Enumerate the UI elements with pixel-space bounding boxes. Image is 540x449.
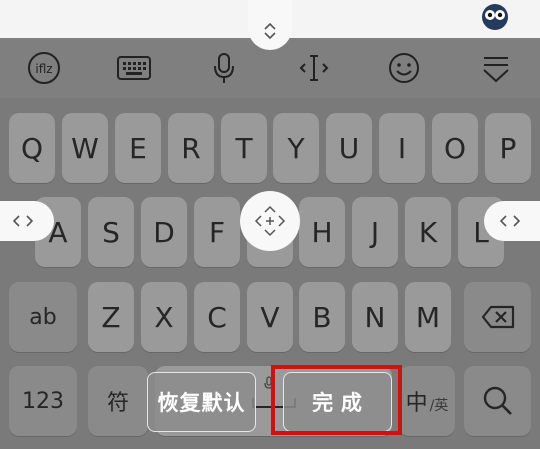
resize-handle-top[interactable] xyxy=(248,0,292,50)
move-keyboard-handle[interactable] xyxy=(240,191,300,251)
backspace-icon xyxy=(481,305,514,329)
key-f[interactable]: F xyxy=(194,197,240,267)
key-q[interactable]: Q xyxy=(9,113,55,183)
search-icon xyxy=(483,386,512,415)
microphone-icon[interactable] xyxy=(204,49,244,87)
language-switch-key[interactable]: 中/英 xyxy=(399,366,455,436)
key-d[interactable]: D xyxy=(141,197,187,267)
collapse-keyboard-icon[interactable] xyxy=(476,49,516,87)
key-h[interactable]: H xyxy=(299,197,345,267)
key-w[interactable]: W xyxy=(62,113,108,183)
resize-handle-left[interactable] xyxy=(0,201,54,241)
up-down-arrows-icon xyxy=(264,22,276,40)
emoji-icon[interactable] xyxy=(384,49,424,87)
done-button-highlight xyxy=(271,365,402,435)
text-cursor-icon[interactable] xyxy=(294,49,334,87)
key-t[interactable]: T xyxy=(221,113,267,183)
key-ab[interactable]: ab xyxy=(9,282,77,352)
key-r[interactable]: R xyxy=(168,113,214,183)
key-c[interactable]: C xyxy=(194,282,240,352)
key-n[interactable]: N xyxy=(352,282,398,352)
key-p[interactable]: P xyxy=(485,113,531,183)
key-u[interactable]: U xyxy=(326,113,372,183)
key-v[interactable]: V xyxy=(247,282,293,352)
language-main-label: 中 xyxy=(405,391,428,416)
key-o[interactable]: O xyxy=(432,113,478,183)
key-i[interactable]: I xyxy=(379,113,425,183)
key-m[interactable]: M xyxy=(405,282,451,352)
key-x[interactable]: X xyxy=(141,282,187,352)
numbers-key[interactable]: 123 xyxy=(9,366,77,436)
resize-handle-right[interactable] xyxy=(484,201,540,241)
key-e[interactable]: E xyxy=(115,113,161,183)
backspace-key[interactable] xyxy=(464,282,531,352)
restore-default-button[interactable]: 恢复默认 xyxy=(147,372,256,432)
move-arrows-icon xyxy=(254,205,286,237)
language-sub-label: /英 xyxy=(429,398,449,414)
key-k[interactable]: K xyxy=(405,197,451,267)
svg-text:iflz: iflz xyxy=(35,62,52,76)
key-z[interactable]: Z xyxy=(88,282,134,352)
symbols-key[interactable]: 符 xyxy=(88,366,148,436)
left-right-arrows-icon xyxy=(13,215,33,227)
avatar-icon[interactable] xyxy=(479,3,511,31)
key-j[interactable]: J xyxy=(352,197,398,267)
left-right-arrows-icon xyxy=(500,215,520,227)
key-y[interactable]: Y xyxy=(273,113,319,183)
keyboard-icon[interactable] xyxy=(114,49,154,87)
search-key[interactable] xyxy=(464,366,531,436)
logo-icon[interactable]: iflz xyxy=(24,49,64,87)
key-s[interactable]: S xyxy=(88,197,134,267)
key-b[interactable]: B xyxy=(299,282,345,352)
